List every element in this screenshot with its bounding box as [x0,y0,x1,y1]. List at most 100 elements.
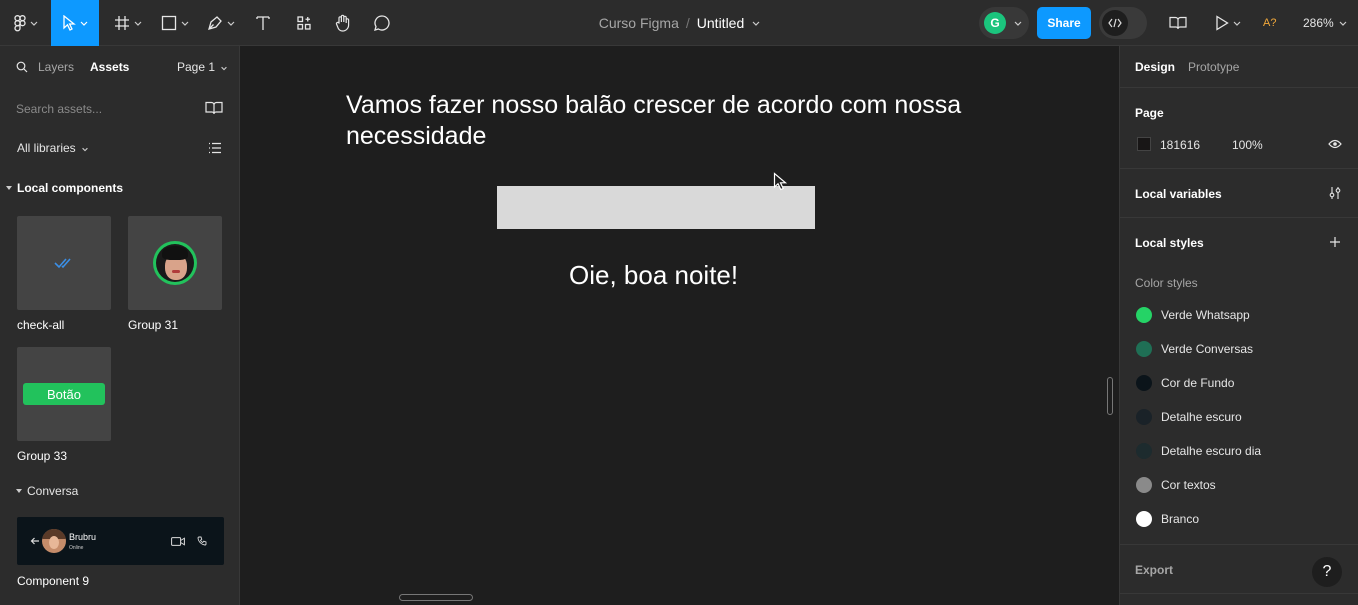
toolbar: Curso Figma / Untitled G Share A? 286% [0,0,1358,46]
tab-layers[interactable]: Layers [38,60,74,74]
collapse-triangle-icon [16,488,22,493]
message-bubble-rectangle[interactable] [497,186,815,229]
color-style-item[interactable]: Branco [1136,509,1199,529]
shape-tool-button[interactable] [157,0,193,46]
dev-mode-toggle[interactable] [1099,7,1147,39]
comment-tool-button[interactable] [368,0,396,46]
component-tile-check-all[interactable] [17,216,111,310]
search-input[interactable]: Search assets... [16,102,102,116]
present-button[interactable] [1210,0,1246,46]
cursor-arrow-icon [62,15,76,31]
help-button[interactable]: ? [1312,557,1342,587]
component-tile-component-9[interactable]: Brubru Online [17,517,224,565]
library-button[interactable] [1166,0,1190,46]
assets-search[interactable]: Search assets... [0,88,239,128]
double-check-icon [54,258,71,269]
right-panel: Design Prototype Page 181616 100% Local … [1119,46,1358,605]
main-menu-button[interactable] [8,0,44,46]
color-swatch [1136,443,1152,459]
local-components-header[interactable]: Local components [6,181,123,195]
color-style-item[interactable]: Detalhe escuro [1136,407,1242,427]
chevron-down-icon [221,66,228,71]
libraries-filter[interactable]: All libraries [17,141,89,155]
zoom-level: 286% [1303,16,1334,30]
book-open-icon[interactable] [205,101,223,115]
tab-prototype[interactable]: Prototype [1188,60,1239,74]
accessibility-check[interactable]: A? [1263,0,1276,46]
share-button[interactable]: Share [1037,7,1091,39]
canvas[interactable]: Vamos fazer nosso balão crescer de acord… [240,46,1119,605]
color-styles-title: Color styles [1135,276,1198,290]
right-panel-tabs: Design Prototype [1120,46,1358,88]
frame-tool-button[interactable] [110,0,146,46]
export-title[interactable]: Export [1135,563,1173,577]
page-opacity[interactable]: 100% [1232,138,1263,152]
color-swatch [1136,511,1152,527]
color-style-name: Verde Conversas [1161,342,1254,356]
rectangle-icon [161,15,176,31]
color-style-name: Detalhe escuro dia [1161,444,1262,458]
page-color-swatch[interactable] [1137,137,1151,151]
color-style-item[interactable]: Cor textos [1136,475,1216,495]
project-name[interactable]: Curso Figma [599,15,679,31]
title-separator: / [685,15,690,31]
component-tile-group-31[interactable] [128,216,222,310]
color-style-name: Branco [1161,512,1200,526]
message-text[interactable]: Oie, boa noite! [569,260,738,291]
move-tool-button[interactable] [51,0,99,46]
component-tile-group-33[interactable]: Botão [17,347,111,441]
resources-button[interactable] [290,0,318,46]
conversa-header[interactable]: Conversa [16,484,78,498]
zoom-menu[interactable]: 286% [1303,0,1348,46]
page-selector[interactable]: Page 1 [177,60,228,74]
local-styles-title: Local styles [1135,236,1204,250]
text-t-icon [256,16,270,30]
color-style-item[interactable]: Cor de Fundo [1136,373,1234,393]
color-style-name: Cor textos [1161,478,1216,492]
chevron-down-icon[interactable] [751,18,761,28]
color-swatch [1136,375,1152,391]
search-icon[interactable] [16,61,28,73]
components-grid-icon [297,16,311,30]
avatar-ring [153,241,197,285]
horizontal-scrollbar[interactable] [399,594,473,601]
color-style-item[interactable]: Detalhe escuro dia [1136,441,1261,461]
figma-logo-icon [13,14,26,31]
book-open-icon [1169,16,1187,30]
chevron-down-icon [82,147,88,152]
eye-icon[interactable] [1328,139,1342,149]
local-variables-section: Local variables [1120,169,1358,218]
list-view-icon[interactable] [208,142,222,154]
page-color-hex[interactable]: 181616 [1160,138,1200,152]
text-tool-button[interactable] [250,0,276,46]
color-style-item[interactable]: Verde Whatsapp [1136,305,1250,325]
tab-design[interactable]: Design [1135,60,1175,74]
file-title[interactable]: Curso Figma / Untitled [560,0,800,46]
hand-tool-button[interactable] [329,0,357,46]
arrow-left-icon [30,537,39,545]
left-panel-tabs: Layers Assets Page 1 [0,46,239,88]
chevron-down-icon [1233,21,1240,26]
chevron-down-icon [80,21,87,26]
avatar [42,529,66,553]
local-variables-title[interactable]: Local variables [1135,187,1222,201]
component-label: Group 31 [128,318,179,332]
sliders-icon[interactable] [1329,186,1341,200]
color-style-name: Verde Whatsapp [1161,308,1250,322]
hand-icon [335,14,350,32]
color-style-item[interactable]: Verde Conversas [1136,339,1253,359]
vertical-scrollbar[interactable] [1107,377,1113,415]
tab-assets[interactable]: Assets [90,60,129,74]
plus-icon[interactable] [1329,236,1341,248]
pen-tool-button[interactable] [203,0,239,46]
left-panel: Layers Assets Page 1 Search assets... Al… [0,46,240,605]
chevron-down-icon [30,21,37,26]
page-name: Page 1 [177,60,216,74]
chevron-down-icon [134,21,141,26]
chevron-down-icon [181,21,188,26]
dev-mode-knob [1102,10,1128,36]
chevron-down-icon [1339,21,1347,26]
user-avatar[interactable]: G [984,12,1006,34]
canvas-heading-text[interactable]: Vamos fazer nosso balão crescer de acord… [346,90,1046,152]
file-name[interactable]: Untitled [697,15,744,31]
